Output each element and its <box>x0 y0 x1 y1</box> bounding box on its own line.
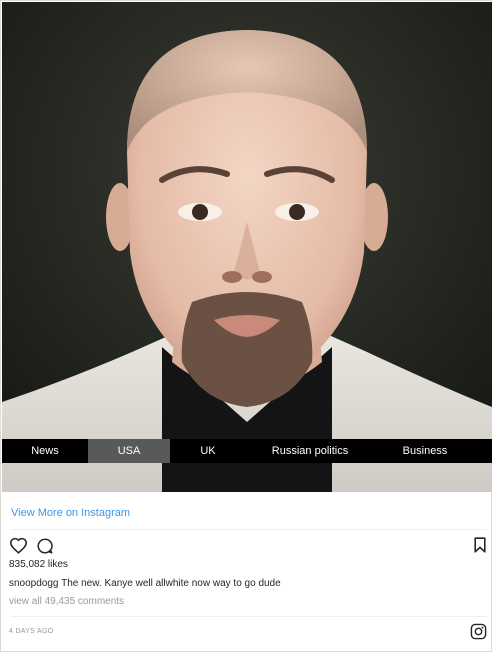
divider <box>11 529 487 530</box>
nav-item-news[interactable]: News <box>2 439 88 463</box>
bookmark-icon[interactable] <box>473 537 487 553</box>
nav-item-business[interactable]: Business <box>374 439 476 463</box>
view-comments-link[interactable]: view all 49,435 comments <box>9 596 124 607</box>
divider <box>11 616 487 617</box>
view-more-link[interactable]: View More on Instagram <box>11 507 130 519</box>
post-timestamp: 4 DAYS AGO <box>9 628 54 635</box>
caption-username[interactable]: snoopdogg <box>9 578 59 589</box>
instagram-icon[interactable] <box>470 623 487 640</box>
portrait-image <box>2 2 492 492</box>
nav-item-russian-politics[interactable]: Russian politics <box>246 439 374 463</box>
caption-text: The new. Kanye well allwhite now way to … <box>61 578 281 589</box>
instagram-embed: News USA UK Russian politics Business Vi… <box>0 0 492 652</box>
section-nav: News USA UK Russian politics Business <box>2 439 492 463</box>
post-photo[interactable]: News USA UK Russian politics Business <box>2 2 492 492</box>
nav-item-usa[interactable]: USA <box>88 439 170 463</box>
heart-icon[interactable] <box>9 537 28 554</box>
like-count: 835,082 likes <box>9 559 68 570</box>
nav-item-uk[interactable]: UK <box>170 439 246 463</box>
post-caption: snoopdogg The new. Kanye well allwhite n… <box>9 578 281 589</box>
comment-icon[interactable] <box>36 537 54 555</box>
